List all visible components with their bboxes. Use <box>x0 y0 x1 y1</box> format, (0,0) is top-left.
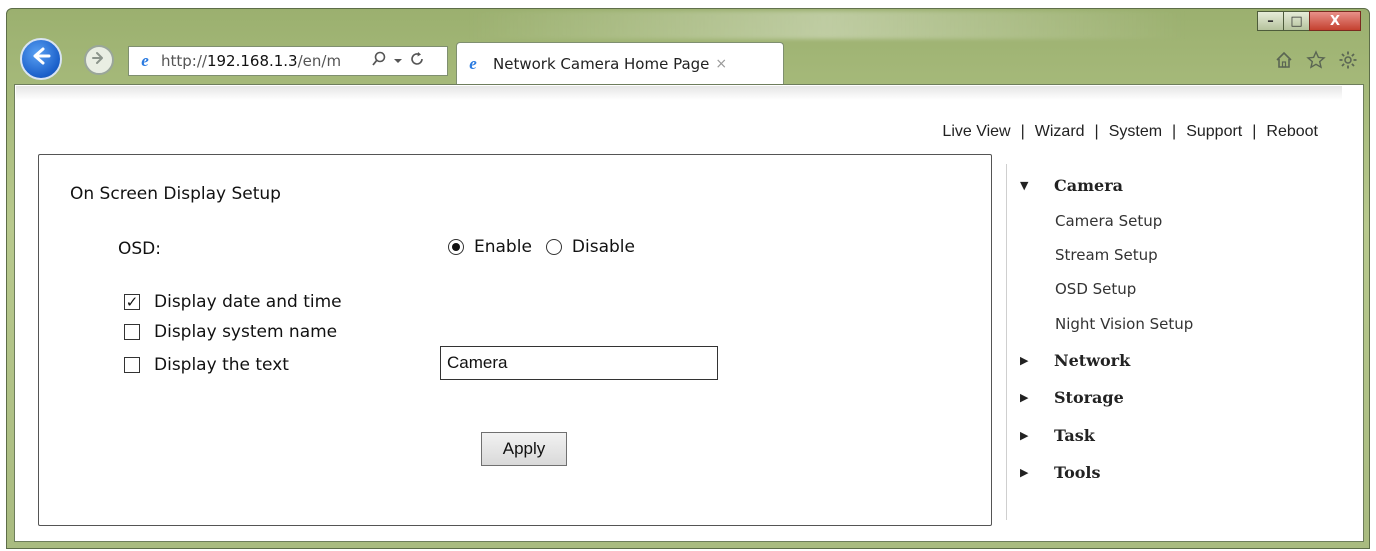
settings-gear-icon[interactable] <box>1338 50 1358 75</box>
tab-close-icon[interactable]: × <box>715 56 727 72</box>
display-text-row: Display the text <box>124 355 289 375</box>
collapsed-triangle-icon: ▶ <box>1020 391 1029 404</box>
osd-radio-group: Enable Disable <box>448 237 635 257</box>
nav-separator: | <box>1094 123 1099 140</box>
nav-reboot[interactable]: Reboot <box>1266 123 1318 140</box>
sidebar-section-camera[interactable]: ▼ Camera <box>1020 176 1123 195</box>
back-button[interactable] <box>20 38 62 80</box>
tab-title: Network Camera Home Page <box>493 54 710 73</box>
nav-live-view[interactable]: Live View <box>942 123 1010 140</box>
nav-system[interactable]: System <box>1109 123 1162 140</box>
expanded-triangle-icon: ▼ <box>1020 179 1029 192</box>
browser-right-icons <box>1274 50 1358 75</box>
ie-icon: e <box>141 51 149 70</box>
nav-separator: | <box>1020 123 1025 140</box>
sidebar-section-label: Storage <box>1054 388 1124 407</box>
forward-button[interactable] <box>84 45 114 75</box>
display-system-name-row: Display system name <box>124 322 337 342</box>
sidebar-section-label: Network <box>1054 351 1131 370</box>
osd-disable-radio[interactable] <box>545 239 562 255</box>
collapsed-triangle-icon: ▶ <box>1020 429 1029 442</box>
nav-support[interactable]: Support <box>1186 123 1242 140</box>
osd-disable-label: Disable <box>571 237 635 257</box>
osd-label: OSD: <box>118 239 161 259</box>
nav-separator: | <box>1172 123 1177 140</box>
display-date-time-row: ✓ Display date and time <box>124 292 342 312</box>
home-icon[interactable] <box>1274 50 1294 75</box>
display-system-name-label: Display system name <box>154 322 338 342</box>
sidebar-section-storage[interactable]: ▶ Storage <box>1020 388 1124 407</box>
display-text-checkbox[interactable] <box>124 357 140 373</box>
favorites-star-icon[interactable] <box>1306 50 1326 75</box>
minimize-button[interactable]: – <box>1257 11 1284 31</box>
display-date-time-label: Display date and time <box>154 292 342 312</box>
sidebar-section-label: Camera <box>1054 176 1124 195</box>
collapsed-triangle-icon: ▶ <box>1020 354 1029 367</box>
sidebar-section-tools[interactable]: ▶ Tools <box>1020 463 1101 482</box>
display-date-time-checkbox[interactable]: ✓ <box>124 294 140 310</box>
sidebar-divider <box>1006 164 1007 520</box>
tab-network-camera[interactable]: e Network Camera Home Page × <box>456 42 784 84</box>
ie-icon: e <box>469 53 477 73</box>
apply-button[interactable]: Apply <box>481 432 567 466</box>
sidebar-section-label: Tools <box>1054 463 1101 482</box>
osd-enable-radio[interactable] <box>448 239 464 255</box>
osd-enable-label: Enable <box>474 237 532 257</box>
top-navigation: Live View | Wizard | System | Support | Reboot <box>942 123 1318 141</box>
display-text-input[interactable] <box>440 346 718 380</box>
toolbar-blur <box>467 11 1187 39</box>
sidebar-item-night-vision-setup[interactable]: Night Vision Setup <box>1055 315 1193 333</box>
search-icon[interactable] <box>371 51 387 71</box>
sidebar-section-task[interactable]: ▶ Task <box>1020 426 1095 445</box>
back-icon <box>30 45 52 73</box>
address-url[interactable]: http://192.168.1.3/en/m <box>161 52 365 70</box>
window-controls: – □ X <box>1257 11 1361 31</box>
dropdown-icon[interactable] <box>393 52 403 70</box>
sidebar-section-network[interactable]: ▶ Network <box>1020 351 1130 370</box>
sidebar-item-camera-setup[interactable]: Camera Setup <box>1055 212 1162 230</box>
nav-separator: | <box>1252 123 1257 140</box>
address-tools <box>371 51 425 71</box>
sidebar-item-osd-setup[interactable]: OSD Setup <box>1055 280 1136 298</box>
refresh-icon[interactable] <box>409 51 425 71</box>
display-text-label: Display the text <box>154 355 289 375</box>
close-button[interactable]: X <box>1309 11 1361 31</box>
sidebar-section-label: Task <box>1054 426 1095 445</box>
collapsed-triangle-icon: ▶ <box>1020 466 1029 479</box>
maximize-button[interactable]: □ <box>1283 11 1310 31</box>
content-header-shade <box>16 86 1342 100</box>
page-title: On Screen Display Setup <box>70 184 281 204</box>
nav-wizard[interactable]: Wizard <box>1035 123 1085 140</box>
sidebar-item-stream-setup[interactable]: Stream Setup <box>1055 246 1158 264</box>
forward-icon <box>91 50 107 70</box>
address-bar[interactable]: e http://192.168.1.3/en/m <box>128 46 448 76</box>
display-system-name-checkbox[interactable] <box>124 324 140 340</box>
